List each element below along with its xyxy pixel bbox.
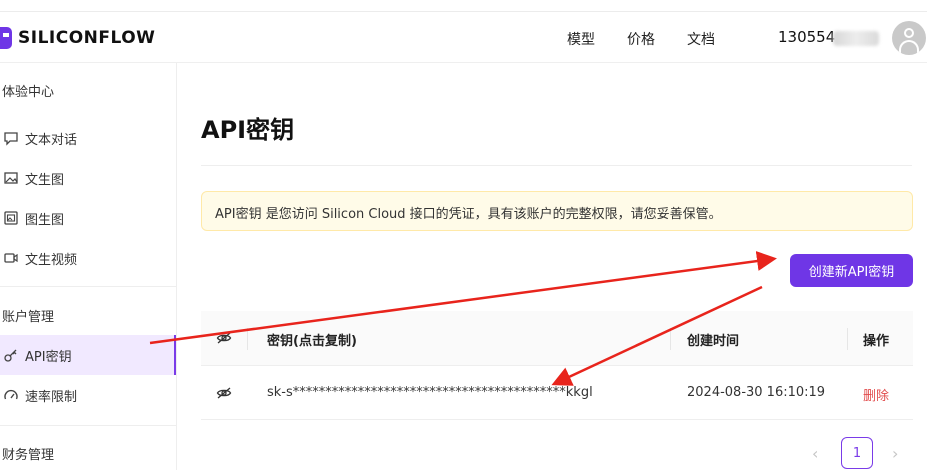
image-icon xyxy=(2,169,20,187)
page-title: API密钥 xyxy=(201,116,295,144)
avatar-body-icon xyxy=(899,40,919,54)
sidebar-divider xyxy=(0,286,176,287)
sidebar-item-label: 图生图 xyxy=(25,212,65,228)
user-id-redacted xyxy=(833,31,879,46)
sidebar-item-label: 文生图 xyxy=(25,172,65,188)
column-separator xyxy=(247,328,248,350)
api-key-value[interactable]: sk-s************************************… xyxy=(267,385,593,400)
sidebar-item-image-to-image[interactable]: 图生图 xyxy=(0,198,176,238)
logo[interactable]: SILICONFLOW xyxy=(0,25,155,51)
sidebar-section-finance: 财务管理 xyxy=(2,448,55,463)
sidebar-divider xyxy=(0,425,176,426)
page: SILICONFLOW 模型 价格 文档 130554 体验中心 文本对话 文生… xyxy=(0,0,927,470)
visibility-toggle-icon[interactable] xyxy=(216,330,232,350)
image-to-image-icon xyxy=(2,209,20,227)
table-row: sk-s************************************… xyxy=(201,366,913,420)
delete-button[interactable]: 删除 xyxy=(863,385,889,404)
sidebar-item-label: API密钥 xyxy=(25,349,72,365)
avatar[interactable] xyxy=(892,21,926,55)
sidebar-section-account: 账户管理 xyxy=(2,310,55,325)
header-created-time: 创建时间 xyxy=(687,334,740,349)
sidebar-item-api-keys[interactable]: API密钥 xyxy=(0,335,176,375)
page-number-button[interactable]: 1 xyxy=(841,437,873,469)
nav-pricing[interactable]: 价格 xyxy=(627,29,655,49)
nav-models[interactable]: 模型 xyxy=(567,29,595,49)
table-header: 密钥(点击复制) 创建时间 操作 xyxy=(201,311,913,366)
sidebar-item-text-to-image[interactable]: 文生图 xyxy=(0,158,176,198)
info-notice: API密钥 是您访问 Silicon Cloud 接口的凭证，具有该账户的完整权… xyxy=(201,191,913,231)
sidebar-item-label: 文生视频 xyxy=(25,252,78,268)
key-icon xyxy=(2,346,20,364)
sidebar-section-experience: 体验中心 xyxy=(2,85,55,100)
top-header: SILICONFLOW 模型 价格 文档 130554 xyxy=(0,11,927,63)
prev-page-button[interactable]: ‹ xyxy=(812,444,818,463)
user-id[interactable]: 130554 xyxy=(778,28,835,46)
sidebar-item-text-chat[interactable]: 文本对话 xyxy=(0,118,176,158)
column-separator xyxy=(670,328,671,350)
sidebar-item-rate-limit[interactable]: 速率限制 xyxy=(0,375,176,415)
next-page-button[interactable]: › xyxy=(892,444,898,463)
logo-icon xyxy=(0,27,12,49)
avatar-head-icon xyxy=(904,28,914,38)
sidebar-item-label: 速率限制 xyxy=(25,389,78,405)
header-actions: 操作 xyxy=(863,334,890,349)
created-time: 2024-08-30 16:10:19 xyxy=(687,385,826,400)
title-divider xyxy=(201,165,912,166)
sidebar-item-label: 文本对话 xyxy=(25,132,78,148)
speed-icon xyxy=(2,386,20,404)
sidebar: 体验中心 文本对话 文生图 图生图 文生视频 账户管理 API密钥 速率限制 财… xyxy=(0,63,177,470)
sidebar-item-text-to-video[interactable]: 文生视频 xyxy=(0,238,176,278)
top-strip xyxy=(0,0,927,11)
row-visibility-icon[interactable] xyxy=(216,385,232,405)
video-icon xyxy=(2,249,20,267)
column-separator xyxy=(847,328,848,350)
chat-icon xyxy=(2,129,20,147)
header-key: 密钥(点击复制) xyxy=(267,334,357,349)
logo-text: SILICONFLOW xyxy=(18,28,156,48)
nav-docs[interactable]: 文档 xyxy=(687,29,715,49)
create-api-key-button[interactable]: 创建新API密钥 xyxy=(790,254,913,287)
